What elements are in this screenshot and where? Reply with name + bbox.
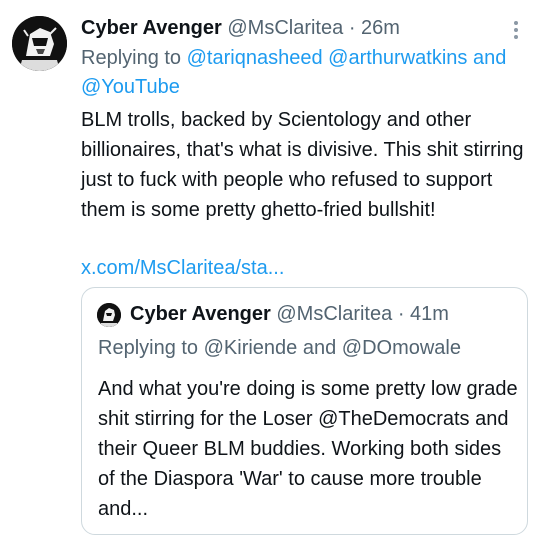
tweet-header: Cyber Avenger @MsClaritea · 26m <box>81 14 500 42</box>
mention-arthurwatkins[interactable]: @arthurwatkins <box>328 47 467 69</box>
handle[interactable]: @MsClaritea <box>227 17 343 39</box>
quote-replying-to: Replying to @Kiriende and @DOmowale <box>98 337 461 359</box>
and-word: and <box>472 47 507 69</box>
more-vertical-icon[interactable] <box>506 18 526 42</box>
quote-text: And what you're doing is some pretty low… <box>98 378 518 520</box>
display-name[interactable]: Cyber Avenger <box>81 17 222 39</box>
separator: · <box>348 17 356 39</box>
replying-to: Replying to @tariqnasheed @arthurwatkins… <box>81 44 521 102</box>
avatar-image <box>12 16 67 71</box>
quoted-tweet[interactable]: Cyber Avenger @MsClaritea · 41m Replying… <box>81 287 528 535</box>
tweet-text: BLM trolls, backed by Scientology and ot… <box>81 109 524 221</box>
quote-display-name: Cyber Avenger <box>130 303 271 325</box>
quote-timestamp: 41m <box>410 303 449 325</box>
avatar[interactable] <box>12 16 67 71</box>
quote-handle: @MsClaritea <box>276 303 393 325</box>
timestamp[interactable]: 26m <box>361 17 400 39</box>
tweet-link[interactable]: x.com/MsClaritea/sta... <box>81 254 284 282</box>
replying-prefix: Replying to <box>81 47 182 69</box>
quote-avatar <box>97 303 121 327</box>
mention-youtube[interactable]: @YouTube <box>81 76 180 98</box>
quote-separator: · <box>397 303 405 325</box>
quote-header: Cyber Avenger @MsClaritea · 41m <box>130 300 449 328</box>
mention-tariqnasheed[interactable]: @tariqnasheed <box>187 47 323 69</box>
